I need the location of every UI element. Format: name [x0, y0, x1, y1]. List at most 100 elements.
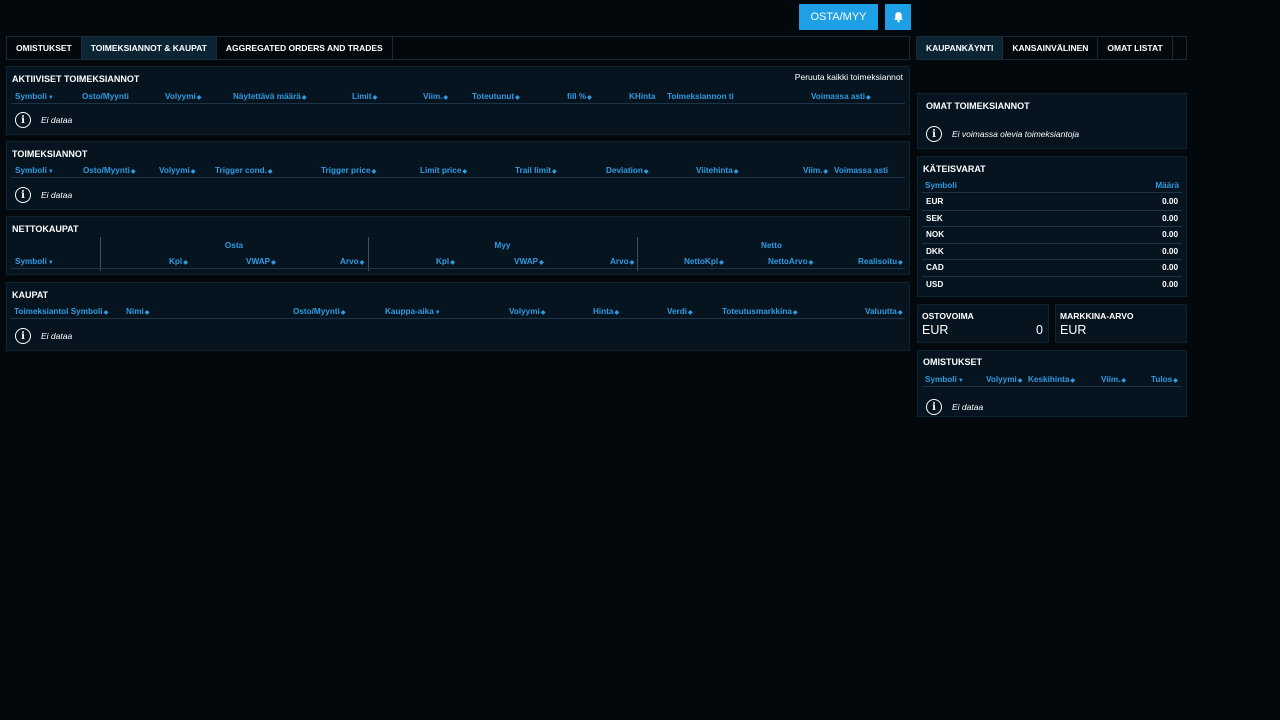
- net-trades-header: Symboli▼ Kpl◆ VWAP◆ Arvo◆ Kpl◆ VWAP◆ Arv…: [11, 255, 905, 269]
- col-header[interactable]: VWAP◆: [514, 257, 544, 266]
- col-header[interactable]: Symboli: [925, 181, 957, 190]
- cash-header: Symboli Määrä: [922, 179, 1182, 193]
- col-header[interactable]: Kpl◆: [436, 257, 455, 266]
- col-header[interactable]: Voimassa asti: [834, 166, 888, 175]
- col-header[interactable]: Limit price◆: [420, 166, 467, 175]
- col-header[interactable]: Realisoitu◆: [858, 257, 903, 266]
- right-tabs: KAUPANKÄYNTI KANSAINVÄLINEN OMAT LISTAT: [916, 36, 1187, 60]
- cash-currency: EUR: [926, 197, 944, 207]
- col-header[interactable]: VWAP◆: [246, 257, 276, 266]
- col-header[interactable]: Hinta◆: [593, 307, 619, 316]
- col-header[interactable]: Trigger cond.◆: [215, 166, 272, 175]
- col-header[interactable]: Osto/Myynti◆: [293, 307, 345, 316]
- empty-state: i Ei dataa: [926, 399, 983, 415]
- col-header[interactable]: Volyymi◆: [165, 92, 201, 101]
- empty-state: i Ei dataa: [15, 187, 72, 203]
- sort-icon: ◆: [462, 169, 468, 175]
- col-header[interactable]: Kpl◆: [169, 257, 188, 266]
- col-header[interactable]: Arvo◆: [610, 257, 634, 266]
- notifications-button[interactable]: [885, 4, 911, 30]
- sort-icon: ◆: [897, 310, 903, 316]
- cash-row[interactable]: SEK 0.00: [922, 211, 1182, 227]
- col-header[interactable]: Deviation◆: [606, 166, 648, 175]
- empty-text: Ei dataa: [41, 115, 73, 125]
- cash-currency: DKK: [926, 246, 944, 256]
- col-header[interactable]: Nimi◆: [126, 307, 149, 316]
- col-header[interactable]: KHinta: [629, 92, 655, 101]
- col-label: Symboli: [925, 375, 957, 384]
- col-header[interactable]: Volyymi◆: [986, 375, 1022, 384]
- info-icon: i: [15, 187, 31, 203]
- col-label: Symboli: [15, 92, 47, 101]
- tab-holdings[interactable]: OMISTUKSET: [7, 37, 82, 59]
- col-header[interactable]: Toteutusmarkkina◆: [722, 307, 798, 316]
- buy-sell-button[interactable]: OSTA/MYY: [799, 4, 878, 30]
- col-header[interactable]: Toimeksiantol Symboli◆: [14, 307, 108, 316]
- col-label: Hinta: [593, 307, 614, 316]
- top-actions: OSTA/MYY: [799, 4, 911, 30]
- col-header[interactable]: Voimassa asti◆: [811, 92, 871, 101]
- active-orders-title: AKTIIVISET TOIMEKSIANNOT: [12, 74, 140, 84]
- col-header[interactable]: Symboli▼: [15, 166, 54, 175]
- holdings-header: Symboli▼ Volyymi◆ Keskihinta◆ Viim.◆ Tul…: [922, 373, 1182, 387]
- col-header[interactable]: Arvo◆: [340, 257, 364, 266]
- my-orders-title: OMAT TOIMEKSIANNOT: [926, 101, 1030, 111]
- cash-row[interactable]: USD 0.00: [922, 277, 1182, 294]
- col-header[interactable]: Verdi◆: [667, 307, 693, 316]
- cash-row[interactable]: EUR 0.00: [922, 194, 1182, 211]
- col-header[interactable]: Symboli▼: [15, 257, 54, 266]
- col-label: fill %: [567, 92, 587, 101]
- col-header[interactable]: Viim.◆: [1101, 375, 1126, 384]
- col-header[interactable]: Symboli▼: [15, 92, 54, 101]
- col-header[interactable]: Määrä: [1155, 181, 1179, 190]
- col-header[interactable]: Viim.◆: [423, 92, 448, 101]
- sort-down-icon: ▼: [434, 310, 441, 316]
- col-header[interactable]: Limit◆: [352, 92, 377, 101]
- sort-icon: ◆: [271, 260, 276, 266]
- col-label: Viim.: [423, 92, 443, 101]
- col-header[interactable]: Toimeksiannon ti: [667, 92, 734, 101]
- col-header[interactable]: fill %◆: [567, 92, 592, 101]
- col-header[interactable]: Volyymi◆: [159, 166, 195, 175]
- col-header[interactable]: Trigger price◆: [321, 166, 376, 175]
- cash-panel: KÄTEISVARAT Symboli Määrä EUR 0.00 SEK 0…: [917, 156, 1187, 297]
- col-header[interactable]: NettoKpl◆: [684, 257, 724, 266]
- col-header[interactable]: Viim.◆: [803, 166, 828, 175]
- sort-icon: ◆: [719, 260, 724, 266]
- cancel-all-orders-link[interactable]: Peruuta kaikki toimeksiannot: [795, 72, 903, 82]
- col-header[interactable]: NettoArvo◆: [768, 257, 813, 266]
- tab-international[interactable]: KANSAINVÄLINEN: [1003, 37, 1099, 59]
- tab-orders-trades[interactable]: TOIMEKSIANNOT & KAUPAT: [81, 37, 217, 59]
- cash-row[interactable]: DKK 0.00: [922, 244, 1182, 260]
- my-orders-panel: OMAT TOIMEKSIANNOT i Ei voimassa olevia …: [917, 93, 1187, 149]
- trades-header: Toimeksiantol Symboli◆ Nimi◆ Osto/Myynti…: [11, 305, 905, 319]
- cash-row[interactable]: NOK 0.00: [922, 227, 1182, 244]
- sort-icon: ◆: [808, 260, 814, 266]
- col-label: Volyymi: [165, 92, 196, 101]
- empty-text: Ei dataa: [41, 331, 73, 341]
- col-header[interactable]: Tulos◆: [1151, 375, 1178, 384]
- col-header[interactable]: Symboli▼: [925, 375, 964, 384]
- sort-down-icon: ▼: [47, 169, 54, 175]
- col-header[interactable]: Viitehinta◆: [696, 166, 738, 175]
- col-label: Toteutusmarkkina: [722, 307, 792, 316]
- cash-row[interactable]: CAD 0.00: [922, 260, 1182, 277]
- col-header[interactable]: Valuutta◆: [865, 307, 902, 316]
- col-header[interactable]: Osto/Myynti◆: [83, 166, 135, 175]
- col-header[interactable]: Volyymi◆: [509, 307, 545, 316]
- col-label: Volyymi: [509, 307, 540, 316]
- tab-my-lists[interactable]: OMAT LISTAT: [1098, 37, 1173, 59]
- col-header[interactable]: Näytettävä määrä◆: [233, 92, 306, 101]
- col-label: NettoArvo: [768, 257, 808, 266]
- col-header[interactable]: Keskihinta◆: [1028, 375, 1075, 384]
- col-header[interactable]: Osto/Myynti: [82, 92, 129, 101]
- tab-aggregated[interactable]: AGGREGATED ORDERS AND TRADES: [217, 37, 393, 59]
- trades-panel: KAUPAT Toimeksiantol Symboli◆ Nimi◆ Osto…: [6, 282, 910, 351]
- col-header[interactable]: Trail limit◆: [515, 166, 557, 175]
- market-value-title: MARKKINA-ARVO: [1060, 311, 1134, 321]
- orders-header: Symboli▼ Osto/Myynti◆ Volyymi◆ Trigger c…: [11, 164, 905, 178]
- buying-power-panel: OSTOVOIMA EUR 0: [917, 304, 1049, 343]
- tab-trading[interactable]: KAUPANKÄYNTI: [917, 37, 1004, 59]
- col-header[interactable]: Kauppa-aika▼: [385, 307, 441, 316]
- col-header[interactable]: Toteutunut◆: [472, 92, 520, 101]
